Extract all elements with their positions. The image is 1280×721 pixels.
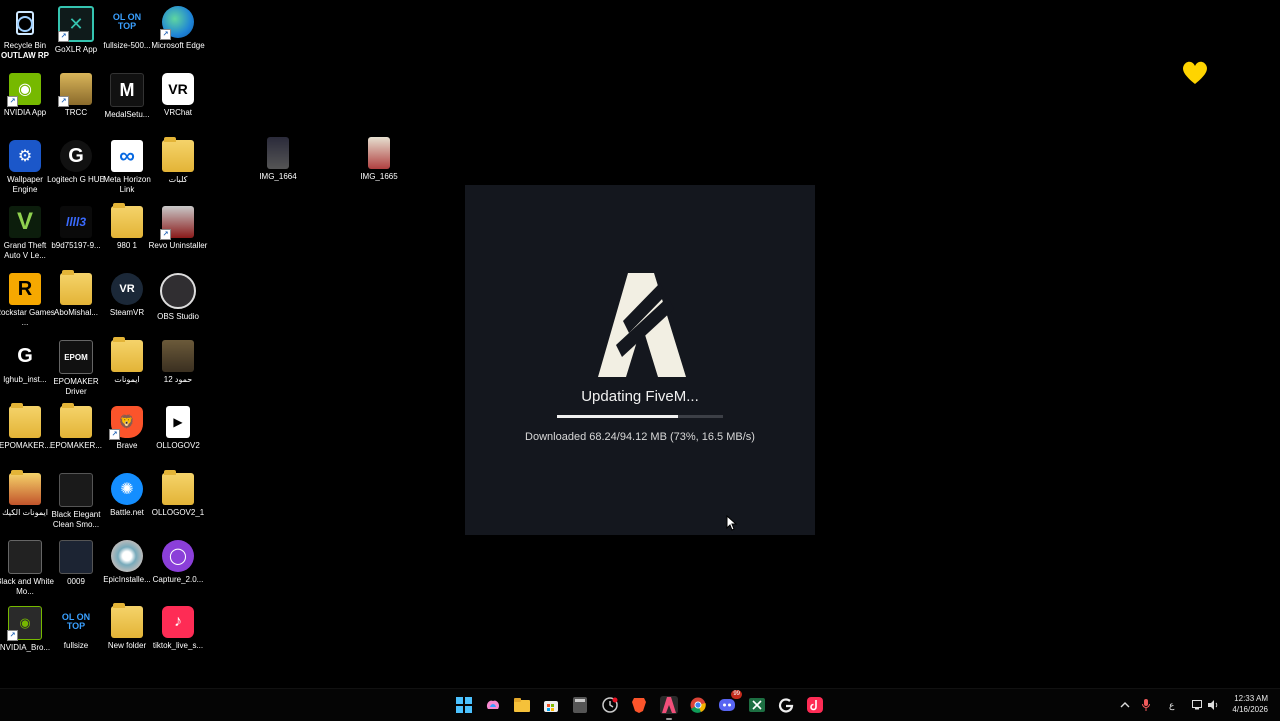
trcc-icon[interactable]: ↗ TRCC — [51, 73, 101, 118]
dialog-title: Updating FiveM... — [581, 388, 699, 405]
image-file-icon[interactable]: حمود 12 — [153, 340, 203, 385]
clock-time: 12:33 AM — [1234, 694, 1268, 703]
logitech-ghub-icon[interactable]: G Logitech G HUB — [47, 140, 105, 185]
folder-icon[interactable]: AboMishal... — [51, 270, 101, 318]
mouse-cursor-icon — [726, 515, 738, 531]
fivem-icon[interactable] — [660, 696, 678, 720]
excel-icon[interactable] — [748, 696, 766, 714]
folder-icon[interactable]: ايمونات — [102, 337, 152, 385]
download-status: Downloaded 68.24/94.12 MB (73%, 16.5 MB/… — [525, 431, 755, 443]
fivem-logo — [598, 273, 686, 377]
taskbar: 99 ع 12:33 AM 4/16/2026 — [0, 688, 1280, 721]
chrome-icon[interactable] — [689, 696, 707, 714]
desktop-icon-label: IMG_1665 — [360, 172, 398, 181]
folder-icon[interactable]: ايمونات الكيك — [0, 470, 50, 518]
folder-icon[interactable]: EPOMAKER... — [50, 403, 102, 451]
goxlr-app-icon[interactable]: ✕ ↗ GoXLR App — [51, 6, 101, 55]
nvidia-app-icon[interactable]: ◉ ↗ NVIDIA App — [0, 73, 50, 118]
progress-bar — [557, 415, 723, 418]
progress-bar-fill — [557, 415, 679, 418]
tiktok-live-icon[interactable]: ♪ tiktok_live_s... — [153, 606, 203, 651]
fivem-update-dialog: Updating FiveM... Downloaded 68.24/94.12… — [465, 185, 815, 535]
desktop-icon-label: كلبات — [168, 175, 188, 184]
image-file-icon[interactable]: IMG_1665 — [354, 137, 404, 182]
epic-installer-icon[interactable]: EpicInstalle... — [102, 540, 152, 585]
store-icon[interactable] — [542, 696, 560, 714]
capture-app-icon[interactable]: ◯ Capture_2.0... — [153, 540, 203, 585]
calculator-icon[interactable] — [571, 696, 589, 714]
volume-icon[interactable] — [1208, 689, 1220, 721]
language-indicator[interactable]: ع — [1169, 689, 1174, 721]
lghub-installer-icon[interactable]: G lghub_inst... — [0, 340, 50, 385]
desktop-icon-label: VRChat — [163, 108, 192, 117]
copilot-icon[interactable] — [484, 696, 502, 714]
gta-v-icon[interactable]: V Grand Theft Auto V Le... — [0, 206, 50, 261]
clock[interactable]: 12:33 AM 4/16/2026 — [1232, 693, 1268, 715]
microsoft-edge-icon[interactable]: ↗ Microsoft Edge — [151, 6, 205, 51]
video-file-icon[interactable]: Black and White Mo... — [0, 540, 54, 597]
desktop-icon-label: Capture_2.0... — [152, 575, 204, 584]
folder-icon[interactable]: OLLOGOV2_1 — [152, 470, 204, 518]
rockstar-games-icon[interactable]: R Rockstar Games ... — [0, 273, 55, 328]
network-icon[interactable] — [1192, 689, 1204, 721]
epomaker-driver-icon[interactable]: EPOM EPOMAKER Driver — [51, 340, 101, 397]
battle-net-icon[interactable]: ✺ Battle.net — [102, 473, 152, 518]
desktop-icon-label: Revo Uninstaller — [148, 241, 208, 250]
fullsize-image-icon[interactable]: OL ON TOP fullsize — [51, 606, 101, 651]
recycle-bin-icon[interactable]: Recycle Bin OUTLAW RP — [0, 6, 50, 61]
heart-icon — [1183, 61, 1207, 84]
video-file-icon[interactable]: 0009 — [51, 540, 101, 587]
new-folder-icon[interactable]: New folder — [102, 603, 152, 651]
file-explorer-icon[interactable] — [513, 696, 531, 714]
folder-icon[interactable]: 980 1 — [102, 203, 152, 251]
b9d75197-file-icon[interactable]: llll3 b9d75197-9... — [51, 206, 101, 251]
desktop-icon-label: Microsoft Edge — [151, 41, 205, 50]
video-file-icon[interactable]: Black Elegant Clean Smo... — [51, 473, 101, 530]
brave-icon[interactable]: 🦁 ↗ Brave — [102, 406, 152, 451]
clock-app-icon[interactable] — [601, 696, 619, 714]
clock-date: 4/16/2026 — [1232, 705, 1268, 714]
video-file-icon[interactable]: ▶ OLLOGOV2 — [153, 406, 203, 451]
desktop-icon-label: IMG_1664 — [259, 172, 297, 181]
steamvr-icon[interactable]: VR SteamVR — [102, 273, 152, 318]
desktop-icon-label: OLLOGOV2_1 — [151, 508, 205, 517]
ol-on-top-logo: OL ON TOP — [112, 12, 142, 31]
discord-badge: 99 — [731, 690, 742, 699]
fullsize-500-icon[interactable]: OL ON TOP fullsize-500... — [102, 6, 152, 51]
revo-uninstaller-icon[interactable]: ↗ Revo Uninstaller — [149, 206, 207, 251]
start-icon[interactable] — [455, 696, 473, 714]
meta-horizon-link-icon[interactable]: ∞ Meta Horizon Link — [102, 140, 152, 195]
microphone-icon[interactable] — [1142, 689, 1150, 721]
desktop-icon-label: OBS Studio — [157, 312, 199, 321]
vrchat-icon[interactable]: VR VRChat — [153, 73, 203, 118]
tiktok-icon[interactable] — [806, 696, 824, 714]
nvidia-broadcast-icon[interactable]: ◉ ↗ NVIDIA_Bro... — [0, 606, 50, 653]
obs-studio-icon[interactable]: OBS Studio — [153, 273, 203, 322]
medal-setup-icon[interactable]: M MedalSetu... — [102, 73, 152, 120]
brave-icon[interactable] — [630, 696, 648, 714]
show-hidden-icons-button[interactable] — [1120, 689, 1130, 721]
wallpaper-engine-icon[interactable]: ⚙ Wallpaper Engine — [0, 140, 50, 195]
image-file-icon[interactable]: IMG_1664 — [253, 137, 303, 182]
desktop-icon-label: حمود 12 — [163, 375, 193, 384]
ghub-icon[interactable] — [777, 696, 795, 714]
folder-icon[interactable]: كلبات — [153, 137, 203, 185]
folder-icon[interactable]: EPOMAKER... — [0, 403, 51, 451]
desktop-icon-label: OLLOGOV2 — [156, 441, 200, 450]
discord-icon[interactable]: 99 — [718, 690, 742, 714]
desktop-icon-label: tiktok_live_s... — [152, 641, 204, 650]
